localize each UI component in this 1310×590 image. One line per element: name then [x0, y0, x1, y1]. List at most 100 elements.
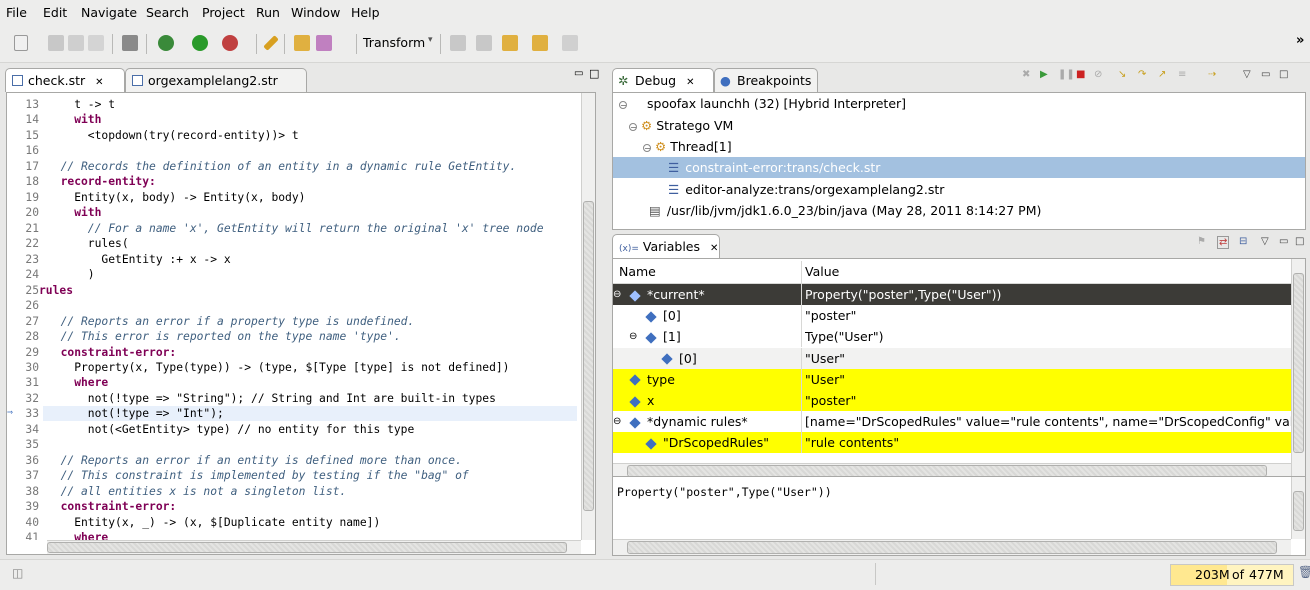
tree-item-launch[interactable]: − spoofax launchh (32) [Hybrid Interprete…: [619, 93, 906, 114]
transform-button[interactable]: Transform: [363, 35, 425, 50]
last-edit-icon[interactable]: [502, 35, 518, 51]
menu-run[interactable]: Run: [256, 5, 280, 20]
tab-orgexamplelang2-str[interactable]: orgexamplelang2.str: [125, 68, 307, 92]
menu-bar: File Edit Navigate Search Project Run Wi…: [0, 0, 1310, 24]
line-number: 36: [25, 453, 39, 467]
step-over-icon[interactable]: ↷: [1138, 69, 1146, 80]
code-editor[interactable]: 13 t -> t 14 with 15 <topdown(try(record-e…: [6, 92, 596, 542]
close-icon[interactable]: ✕: [95, 77, 103, 88]
table-row[interactable]: x "poster": [613, 390, 1291, 411]
tree-item-process[interactable]: ▤ /usr/lib/jvm/jdk1.6.0_23/bin/java (May …: [649, 200, 1041, 221]
vertical-scrollbar[interactable]: [581, 93, 595, 541]
tab-breakpoints[interactable]: ● Breakpoints: [714, 68, 818, 92]
save-icon[interactable]: [48, 35, 64, 51]
prev-annotation-icon[interactable]: [476, 35, 492, 51]
tab-check-str[interactable]: check.str ✕: [5, 68, 125, 92]
run-icon[interactable]: [192, 35, 208, 51]
collapse-icon[interactable]: −: [643, 143, 651, 152]
variable-name: [0]: [679, 350, 697, 366]
step-into-icon[interactable]: ↘: [1118, 69, 1126, 80]
chevron-down-icon: ▾: [428, 35, 433, 45]
menu-help[interactable]: Help: [351, 5, 380, 20]
resume-icon[interactable]: ▶: [1040, 69, 1048, 80]
maximize-icon[interactable]: □: [1279, 69, 1288, 80]
show-type-names-icon[interactable]: ⚑: [1197, 236, 1206, 247]
vertical-scrollbar[interactable]: [1291, 259, 1305, 477]
tab-variables[interactable]: (x)= Variables ✕: [612, 234, 720, 258]
view-menu-icon[interactable]: ▽: [1243, 69, 1251, 80]
show-logical-structure-icon[interactable]: ⇄: [1217, 236, 1230, 249]
collapse-icon[interactable]: ⊖: [629, 326, 637, 347]
menu-navigate[interactable]: Navigate: [81, 5, 137, 20]
minimize-icon[interactable]: ▭: [574, 68, 583, 79]
new-icon[interactable]: [14, 35, 28, 51]
table-row[interactable]: ⊖ *current* Property("poster",Type("User")…: [613, 284, 1291, 305]
fast-view-icon[interactable]: ◫: [12, 566, 23, 580]
table-row[interactable]: ⊖ [1] Type("User"): [613, 326, 1291, 348]
use-step-filters-icon[interactable]: ⇢: [1208, 69, 1216, 80]
tree-item-frame[interactable]: ☰ editor-analyze:trans/orgexamplelang2.st…: [668, 179, 944, 200]
collapse-all-icon[interactable]: ⊟: [1239, 236, 1247, 247]
close-icon[interactable]: ✕: [710, 243, 718, 254]
scrollbar-thumb[interactable]: [583, 201, 594, 511]
line-number: 38: [25, 484, 39, 498]
drop-to-frame-icon[interactable]: ≡: [1178, 69, 1186, 80]
horizontal-scrollbar[interactable]: [47, 540, 581, 554]
column-name-header[interactable]: Name: [619, 261, 656, 282]
minimize-icon[interactable]: ▭: [1279, 236, 1288, 247]
tree-item-frame-selected[interactable]: ☰ constraint-error:trans/check.str: [613, 157, 1305, 178]
pen-icon[interactable]: [316, 35, 332, 51]
vertical-scrollbar[interactable]: [1291, 477, 1305, 539]
toolbar-overflow-icon[interactable]: »: [1296, 33, 1304, 48]
scrollbar-thumb[interactable]: [47, 542, 567, 553]
back-icon[interactable]: [532, 35, 548, 51]
forward-icon[interactable]: [562, 35, 578, 51]
disconnect-icon[interactable]: ⊘: [1094, 69, 1102, 80]
trash-icon[interactable]: 🗑: [1298, 565, 1310, 579]
menu-project[interactable]: Project: [202, 5, 245, 20]
tab-debug[interactable]: ✲ Debug ✕: [612, 68, 714, 92]
suspend-icon[interactable]: ❚❚: [1058, 69, 1075, 80]
tree-item-thread[interactable]: − ⚙ Thread[1]: [643, 136, 732, 157]
scrollbar-thumb[interactable]: [627, 541, 1277, 554]
table-row[interactable]: "DrScopedRules" "rule contents": [613, 432, 1291, 454]
scrollbar-thumb[interactable]: [1293, 491, 1304, 531]
code-line: Entity(x, _) -> (x, $[Duplicate entity n…: [47, 515, 381, 529]
variables-icon: (x)=: [619, 244, 639, 254]
terminal-icon[interactable]: [122, 35, 138, 51]
remove-terminated-icon[interactable]: ✖: [1022, 69, 1030, 80]
menu-edit[interactable]: Edit: [43, 5, 67, 20]
table-row[interactable]: type "User": [613, 368, 1291, 390]
open-folder-icon[interactable]: [294, 35, 310, 51]
heap-status[interactable]: 203M of 477M: [1170, 564, 1294, 586]
close-icon[interactable]: ✕: [686, 77, 694, 88]
save-all-icon[interactable]: [68, 35, 84, 51]
menu-file[interactable]: File: [6, 5, 27, 20]
variable-detail-pane[interactable]: Property("poster",Type("User")): [612, 476, 1306, 556]
scrollbar-thumb[interactable]: [1293, 273, 1304, 453]
debug-icon[interactable]: [158, 35, 174, 51]
horizontal-scrollbar[interactable]: [613, 539, 1291, 555]
collapse-icon[interactable]: −: [619, 100, 627, 109]
menu-window[interactable]: Window: [291, 5, 340, 20]
maximize-icon[interactable]: □: [1295, 236, 1304, 247]
column-value-header[interactable]: Value: [805, 261, 839, 282]
step-return-icon[interactable]: ↗: [1158, 69, 1166, 80]
table-row[interactable]: [0] "User": [613, 347, 1291, 369]
collapse-icon[interactable]: −: [629, 122, 637, 131]
next-annotation-icon[interactable]: [450, 35, 466, 51]
print-icon[interactable]: [88, 35, 104, 51]
terminate-icon[interactable]: ■: [1076, 69, 1085, 80]
edit-icon[interactable]: [263, 35, 279, 51]
menu-search[interactable]: Search: [146, 5, 189, 20]
tree-item-vm[interactable]: − ⚙ Stratego VM: [629, 115, 733, 136]
line-number: 25: [25, 283, 39, 297]
external-tools-icon[interactable]: [222, 35, 238, 51]
minimize-icon[interactable]: ▭: [1261, 69, 1270, 80]
table-row[interactable]: ⊖ *dynamic rules* [name="DrScopedRules" va…: [613, 411, 1291, 433]
collapse-icon[interactable]: ⊖: [613, 411, 621, 432]
collapse-icon[interactable]: ⊖: [613, 284, 621, 305]
table-row[interactable]: [0] "poster": [613, 305, 1291, 327]
view-menu-icon[interactable]: ▽: [1261, 236, 1269, 247]
maximize-icon[interactable]: □: [589, 67, 599, 80]
